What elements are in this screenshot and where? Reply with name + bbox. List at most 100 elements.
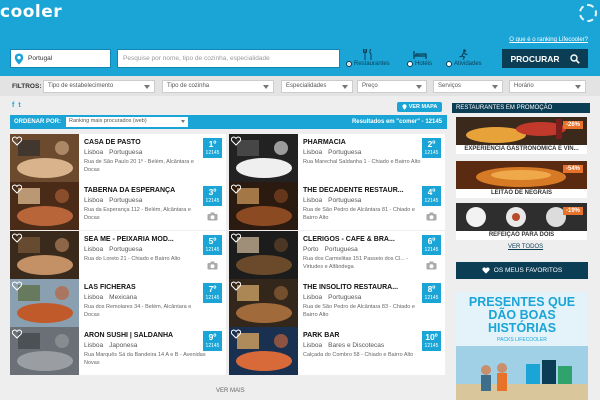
category-restaurants[interactable]: Restaurantes (346, 49, 390, 67)
promo-title: LEITÃO DE NEGRAIS (456, 189, 587, 198)
favorite-heart-icon[interactable] (12, 184, 22, 194)
facebook-icon[interactable]: f (12, 102, 14, 109)
chevron-down-icon (342, 85, 348, 89)
category-restaurants-label: Restaurantes (354, 61, 390, 67)
restaurant-city: Lisboa (84, 294, 104, 301)
restaurant-card[interactable]: ARON SUSHI | SALDANHA Lisboa Japonesa Rua M… (10, 327, 226, 375)
filter-establishment-type[interactable]: Tipo de estabelecimento (43, 80, 155, 93)
restaurant-address: Rua dos Carmelitas 151 Passeio dos Cl...… (303, 256, 409, 270)
promo-card[interactable]: -19% REFEIÇÃO PARA DOIS (456, 203, 587, 240)
restaurant-name[interactable]: ARON SUSHI | SALDANHA (84, 332, 204, 339)
restaurant-card[interactable]: CLÉRIGOS - CAFÉ & BRA... Porto Portuguesa R… (229, 231, 445, 279)
filter-hours[interactable]: Horário (509, 80, 586, 93)
category-activities-label: Atividades (454, 61, 482, 67)
my-favorites-button[interactable]: OS MEUS FAVORITOS (456, 262, 588, 279)
twitter-icon[interactable]: t (18, 102, 20, 109)
camera-icon[interactable] (207, 261, 218, 270)
category-activities[interactable]: Atividades (446, 49, 482, 67)
ranking-info-link[interactable]: O que é o ranking Lifecooler? (509, 37, 588, 43)
restaurant-card[interactable]: LAS FICHERAS Lisboa Mexicana Rua dos Remola… (10, 279, 226, 327)
discount-badge: -54% (562, 165, 583, 173)
restaurant-card[interactable]: THE DECADENTE RESTAUR... Lisboa Portuguesa… (229, 182, 445, 230)
fork-knife-icon (362, 49, 372, 60)
sort-bar: ORDENAR POR: Ranking mais procurados (we… (10, 115, 447, 129)
restaurant-name[interactable]: PHARMACIA (303, 139, 423, 146)
rank-position: 5º (208, 236, 217, 246)
restaurant-meta: Lisboa Portuguesa (84, 149, 142, 156)
camera-icon[interactable] (426, 212, 437, 221)
favorite-heart-icon[interactable] (12, 233, 22, 243)
my-favorites-label: OS MEUS FAVORITOS (493, 267, 563, 274)
restaurant-card[interactable]: SEA ME - PEIXARIA MOD... Lisboa Portuguesa… (10, 231, 226, 279)
filter-specialties[interactable]: Especialidades (281, 80, 353, 93)
chevron-down-icon (575, 85, 581, 89)
filter-price[interactable]: Preço (357, 80, 427, 93)
favorite-heart-icon[interactable] (231, 184, 241, 194)
restaurant-name[interactable]: CLÉRIGOS - CAFÉ & BRA... (303, 236, 423, 243)
rank-badge: 3º 12145 (203, 186, 222, 206)
promo-card[interactable]: -54% LEITÃO DE NEGRAIS (456, 161, 587, 198)
promo-card[interactable]: -26% EXPERIÊNCIA GASTRONÓMICA E VIN... (456, 117, 587, 154)
restaurant-name[interactable]: CASA DE PASTO (84, 139, 204, 146)
view-map-label: VER MAPA (408, 104, 438, 110)
radio-hotels[interactable] (407, 61, 413, 67)
restaurant-address: Rua Marquês Sá da Bandeira 14 A e B - Av… (84, 352, 206, 366)
restaurant-card[interactable]: PHARMACIA Lisboa Portuguesa Rua Marechal Sa… (229, 134, 445, 182)
filter-label: Preço (362, 83, 378, 89)
restaurant-cuisine: Portuguesa (328, 294, 362, 301)
restaurant-name[interactable]: TABERNA DA ESPERANÇA (84, 187, 204, 194)
chevron-down-icon (263, 85, 269, 89)
restaurant-cuisine: Japonesa (109, 342, 138, 349)
filter-label: Especialidades (286, 83, 327, 89)
restaurant-name[interactable]: THE DECADENTE RESTAUR... (303, 187, 423, 194)
restaurant-name[interactable]: SEA ME - PEIXARIA MOD... (84, 236, 204, 243)
restaurant-card[interactable]: CASA DE PASTO Lisboa Portuguesa Rua de São … (10, 134, 226, 182)
restaurant-meta: Lisboa Bares e Discotecas (303, 342, 384, 349)
load-more-button[interactable]: VER MAIS (216, 388, 245, 394)
restaurant-card[interactable]: PARK BAR Lisboa Bares e Discotecas Calçada … (229, 327, 445, 375)
sort-select[interactable]: Ranking mais procurados (web) (66, 117, 189, 127)
category-hotels[interactable]: Hotéis (407, 49, 432, 67)
camera-icon[interactable] (426, 261, 437, 270)
restaurant-address: Rua de São Paulo 20 1º - Belém, Alcântar… (84, 159, 194, 173)
restaurant-city: Lisboa (84, 149, 104, 156)
favorite-heart-icon[interactable] (12, 281, 22, 291)
restaurant-name[interactable]: PARK BAR (303, 332, 423, 339)
filter-label: Horário (514, 83, 534, 89)
rank-badge: 8º 12145 (422, 283, 441, 303)
favorite-heart-icon[interactable] (12, 136, 22, 146)
location-input[interactable]: Portugal (10, 49, 111, 68)
favorite-heart-icon[interactable] (231, 281, 241, 291)
promo-banner[interactable]: PRESENTES QUE DÃO BOAS HISTÓRIAS PACKS L… (456, 292, 588, 400)
social-links: f t (12, 102, 21, 109)
radio-restaurants[interactable] (346, 61, 352, 67)
restaurant-address: Rua dos Remolares 34 - Belém, Alcântara … (84, 304, 192, 318)
favorite-heart-icon[interactable] (231, 136, 241, 146)
view-all-promos-link[interactable]: VER TODOS (508, 244, 543, 250)
filters-bar: FILTROS: Tipo de estabelecimento Tipo de… (0, 76, 600, 96)
rank-position: 10º (425, 332, 438, 342)
view-map-button[interactable]: VER MAPA (397, 102, 442, 112)
search-input[interactable]: Pesquise por nome, tipo de cozinha, espe… (117, 49, 340, 68)
location-value: Portugal (28, 55, 53, 62)
radio-activities[interactable] (446, 61, 452, 67)
restaurant-name[interactable]: LAS FICHERAS (84, 284, 204, 291)
rank-total: 12145 (205, 247, 220, 253)
restaurant-card[interactable]: THE INSÓLITO RESTAURA... Lisboa Portuguesa… (229, 279, 445, 327)
favorite-heart-icon[interactable] (231, 233, 241, 243)
rank-badge: 4º 12145 (422, 186, 441, 206)
filter-cuisine-type[interactable]: Tipo de cozinha (162, 80, 274, 93)
logo[interactable]: cooler (0, 2, 62, 22)
restaurant-card[interactable]: TABERNA DA ESPERANÇA Lisboa Portuguesa Rua … (10, 182, 226, 230)
camera-icon[interactable] (207, 212, 218, 221)
search-button[interactable]: PROCURAR (502, 49, 588, 68)
rank-badge: 9º 12145 (203, 331, 222, 351)
chevron-down-icon (181, 120, 186, 123)
filter-label: Tipo de estabelecimento (48, 83, 114, 89)
filter-services[interactable]: Serviços (433, 80, 503, 93)
favorite-heart-icon[interactable] (12, 329, 22, 339)
restaurant-name[interactable]: THE INSÓLITO RESTAURA... (303, 284, 423, 291)
favorite-heart-icon[interactable] (231, 329, 241, 339)
rank-badge: 2º 12145 (422, 138, 441, 158)
restaurant-meta: Lisboa Japonesa (84, 342, 137, 349)
